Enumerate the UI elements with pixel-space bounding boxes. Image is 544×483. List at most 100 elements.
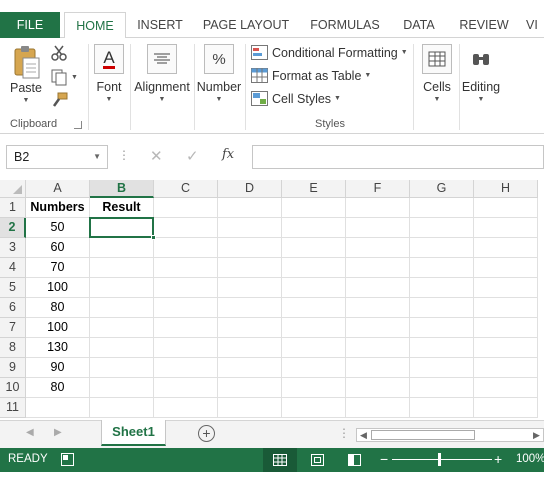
cell-g4[interactable] <box>410 258 474 278</box>
cell-c5[interactable] <box>154 278 218 298</box>
cell-g8[interactable] <box>410 338 474 358</box>
cell-b7[interactable] <box>90 318 154 338</box>
cell-e11[interactable] <box>282 398 346 418</box>
cell-f7[interactable] <box>346 318 410 338</box>
cell-d8[interactable] <box>218 338 282 358</box>
chevron-down-icon[interactable]: ▼ <box>93 146 101 168</box>
cell-b8[interactable] <box>90 338 154 358</box>
cell-g7[interactable] <box>410 318 474 338</box>
zoom-slider-thumb[interactable] <box>438 453 441 466</box>
cell-e4[interactable] <box>282 258 346 278</box>
cell-a3[interactable]: 60 <box>26 238 90 258</box>
row-header-6[interactable]: 6 <box>0 298 26 318</box>
row-header-7[interactable]: 7 <box>0 318 26 338</box>
row-header-4[interactable]: 4 <box>0 258 26 278</box>
cell-e5[interactable] <box>282 278 346 298</box>
zoom-level[interactable]: 100% <box>516 453 544 465</box>
cell-f6[interactable] <box>346 298 410 318</box>
cell-d7[interactable] <box>218 318 282 338</box>
cell-e1[interactable] <box>282 198 346 218</box>
name-box[interactable]: B2 ▼ <box>6 145 108 169</box>
cell-a11[interactable] <box>26 398 90 418</box>
cell-b10[interactable] <box>90 378 154 398</box>
cell-d1[interactable] <box>218 198 282 218</box>
row-header-8[interactable]: 8 <box>0 338 26 358</box>
sheet-tab-sheet1[interactable]: Sheet1 <box>101 420 166 446</box>
cell-d11[interactable] <box>218 398 282 418</box>
tab-formulas[interactable]: FORMULAS <box>305 12 385 38</box>
cell-c8[interactable] <box>154 338 218 358</box>
cell-d9[interactable] <box>218 358 282 378</box>
conditional-formatting-button[interactable]: Conditional Formatting ▼ <box>251 45 408 60</box>
cell-c2[interactable] <box>154 218 218 238</box>
tab-data[interactable]: DATA <box>396 12 442 38</box>
scroll-left-icon[interactable]: ◀ <box>26 427 34 438</box>
formula-input[interactable] <box>252 145 544 169</box>
cell-b5[interactable] <box>90 278 154 298</box>
cell-f8[interactable] <box>346 338 410 358</box>
cell-a1[interactable]: Numbers <box>26 198 90 218</box>
column-header-d[interactable]: D <box>218 180 282 198</box>
fill-handle[interactable] <box>151 235 156 240</box>
cell-e6[interactable] <box>282 298 346 318</box>
horizontal-scrollbar[interactable]: ◀ ▶ <box>356 428 544 442</box>
cell-a7[interactable]: 100 <box>26 318 90 338</box>
format-painter-button[interactable] <box>50 91 68 112</box>
cell-b6[interactable] <box>90 298 154 318</box>
cut-button[interactable] <box>50 44 68 65</box>
cell-f11[interactable] <box>346 398 410 418</box>
scrollbar-thumb[interactable] <box>371 430 475 440</box>
cell-e8[interactable] <box>282 338 346 358</box>
cell-h10[interactable] <box>474 378 538 398</box>
cell-a4[interactable]: 70 <box>26 258 90 278</box>
editing-button[interactable]: Editing ▼ <box>460 44 502 103</box>
cell-g6[interactable] <box>410 298 474 318</box>
row-header-3[interactable]: 3 <box>0 238 26 258</box>
zoom-slider[interactable] <box>392 459 492 460</box>
zoom-in-icon[interactable]: + <box>494 451 502 467</box>
select-all-corner[interactable] <box>0 180 26 198</box>
zoom-out-icon[interactable]: − <box>380 451 388 467</box>
format-as-table-button[interactable]: Format as Table ▼ <box>251 68 371 83</box>
column-header-h[interactable]: H <box>474 180 538 198</box>
cell-f1[interactable] <box>346 198 410 218</box>
cell-h3[interactable] <box>474 238 538 258</box>
cell-c1[interactable] <box>154 198 218 218</box>
cell-b4[interactable] <box>90 258 154 278</box>
insert-function-icon[interactable]: fx <box>222 147 234 162</box>
resize-dots-icon[interactable]: ⋮ <box>118 148 130 162</box>
cell-f4[interactable] <box>346 258 410 278</box>
tab-review[interactable]: REVIEW <box>454 12 514 38</box>
cell-b2[interactable] <box>90 218 154 238</box>
cell-a2[interactable]: 50 <box>26 218 90 238</box>
cell-h5[interactable] <box>474 278 538 298</box>
cell-a9[interactable]: 90 <box>26 358 90 378</box>
cell-e7[interactable] <box>282 318 346 338</box>
cell-c10[interactable] <box>154 378 218 398</box>
cancel-icon[interactable]: ✕ <box>150 147 163 165</box>
cell-d2[interactable] <box>218 218 282 238</box>
cell-g5[interactable] <box>410 278 474 298</box>
cell-g10[interactable] <box>410 378 474 398</box>
macro-record-icon[interactable] <box>61 453 74 466</box>
page-layout-view-icon[interactable] <box>311 454 324 466</box>
cell-c9[interactable] <box>154 358 218 378</box>
enter-check-icon[interactable]: ✓ <box>186 147 199 165</box>
cell-h1[interactable] <box>474 198 538 218</box>
cell-a6[interactable]: 80 <box>26 298 90 318</box>
cell-h2[interactable] <box>474 218 538 238</box>
cell-b11[interactable] <box>90 398 154 418</box>
font-button[interactable]: A Font ▼ <box>92 44 126 103</box>
cell-f9[interactable] <box>346 358 410 378</box>
cell-a10[interactable]: 80 <box>26 378 90 398</box>
column-header-e[interactable]: E <box>282 180 346 198</box>
row-header-9[interactable]: 9 <box>0 358 26 378</box>
column-header-c[interactable]: C <box>154 180 218 198</box>
dialog-launcher-icon[interactable] <box>74 121 82 129</box>
cell-d6[interactable] <box>218 298 282 318</box>
cell-e9[interactable] <box>282 358 346 378</box>
cell-b1[interactable]: Result <box>90 198 154 218</box>
cell-c7[interactable] <box>154 318 218 338</box>
tab-page-layout[interactable]: PAGE LAYOUT <box>200 12 292 38</box>
scroll-right-icon[interactable]: ▶ <box>54 427 62 438</box>
